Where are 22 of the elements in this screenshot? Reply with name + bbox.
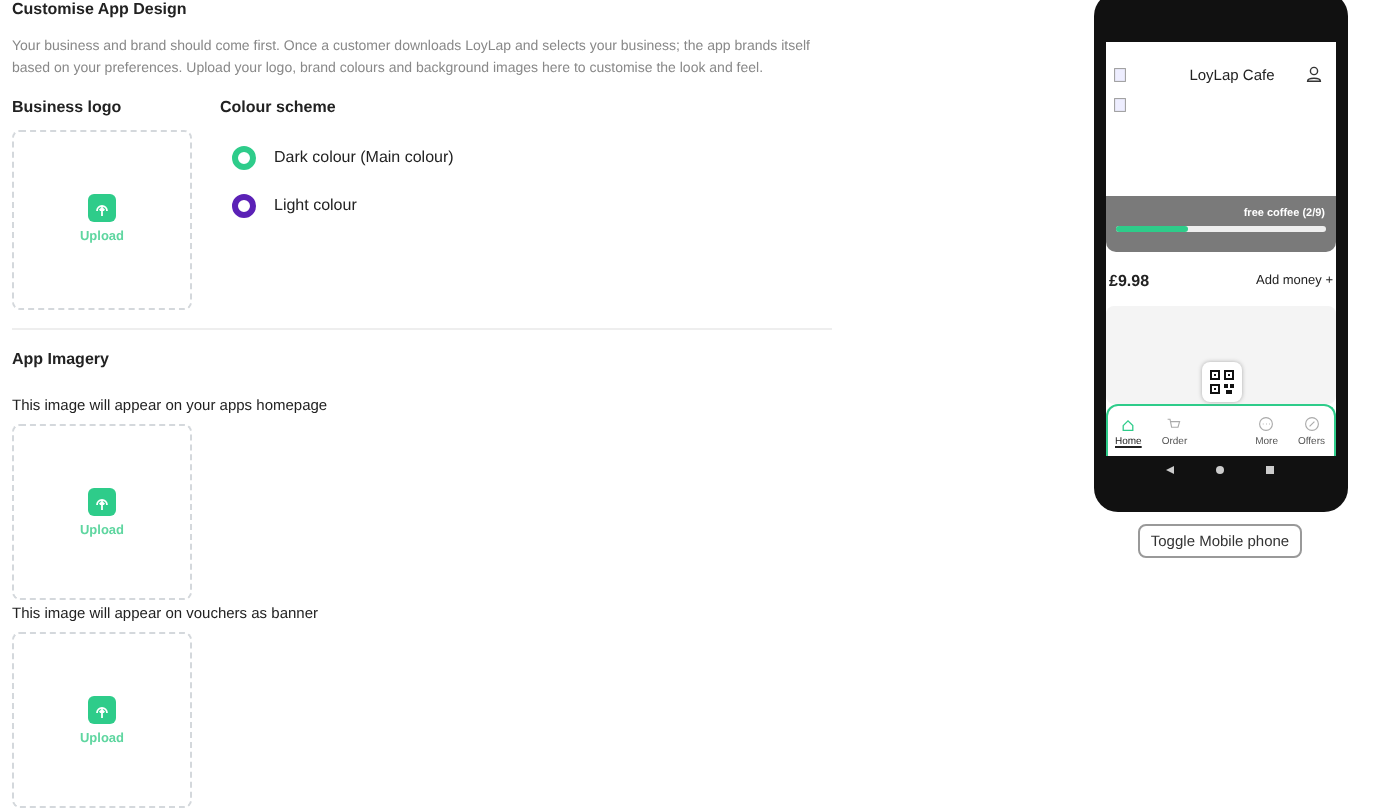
balance: £9.98 — [1109, 272, 1150, 290]
colour-option-label: Light colour — [274, 196, 357, 215]
upload-icon — [88, 194, 116, 223]
colour-option-label: Dark colour (Main colour) — [274, 148, 454, 167]
section-heading: Business logo — [12, 97, 124, 120]
qr-code-icon — [1209, 370, 1233, 394]
upload-icon — [88, 487, 116, 516]
cart-icon — [1166, 415, 1183, 431]
broken-image-icon — [1113, 67, 1125, 81]
house-icon — [1120, 415, 1137, 431]
upload-icon — [88, 695, 116, 724]
back-icon[interactable] — [1166, 466, 1174, 474]
colour-swatch[interactable] — [232, 193, 256, 218]
section-heading: App Imagery — [12, 349, 111, 372]
colour-swatch[interactable] — [232, 145, 256, 170]
page-title: Customise App Design — [12, 0, 189, 22]
broken-image-icon — [1113, 98, 1125, 112]
more-icon — [1258, 415, 1275, 431]
home-icon[interactable] — [1216, 466, 1224, 474]
qr-code-button[interactable] — [1201, 362, 1241, 402]
user-icon[interactable] — [1306, 66, 1323, 82]
section-heading: Colour scheme — [220, 97, 338, 120]
